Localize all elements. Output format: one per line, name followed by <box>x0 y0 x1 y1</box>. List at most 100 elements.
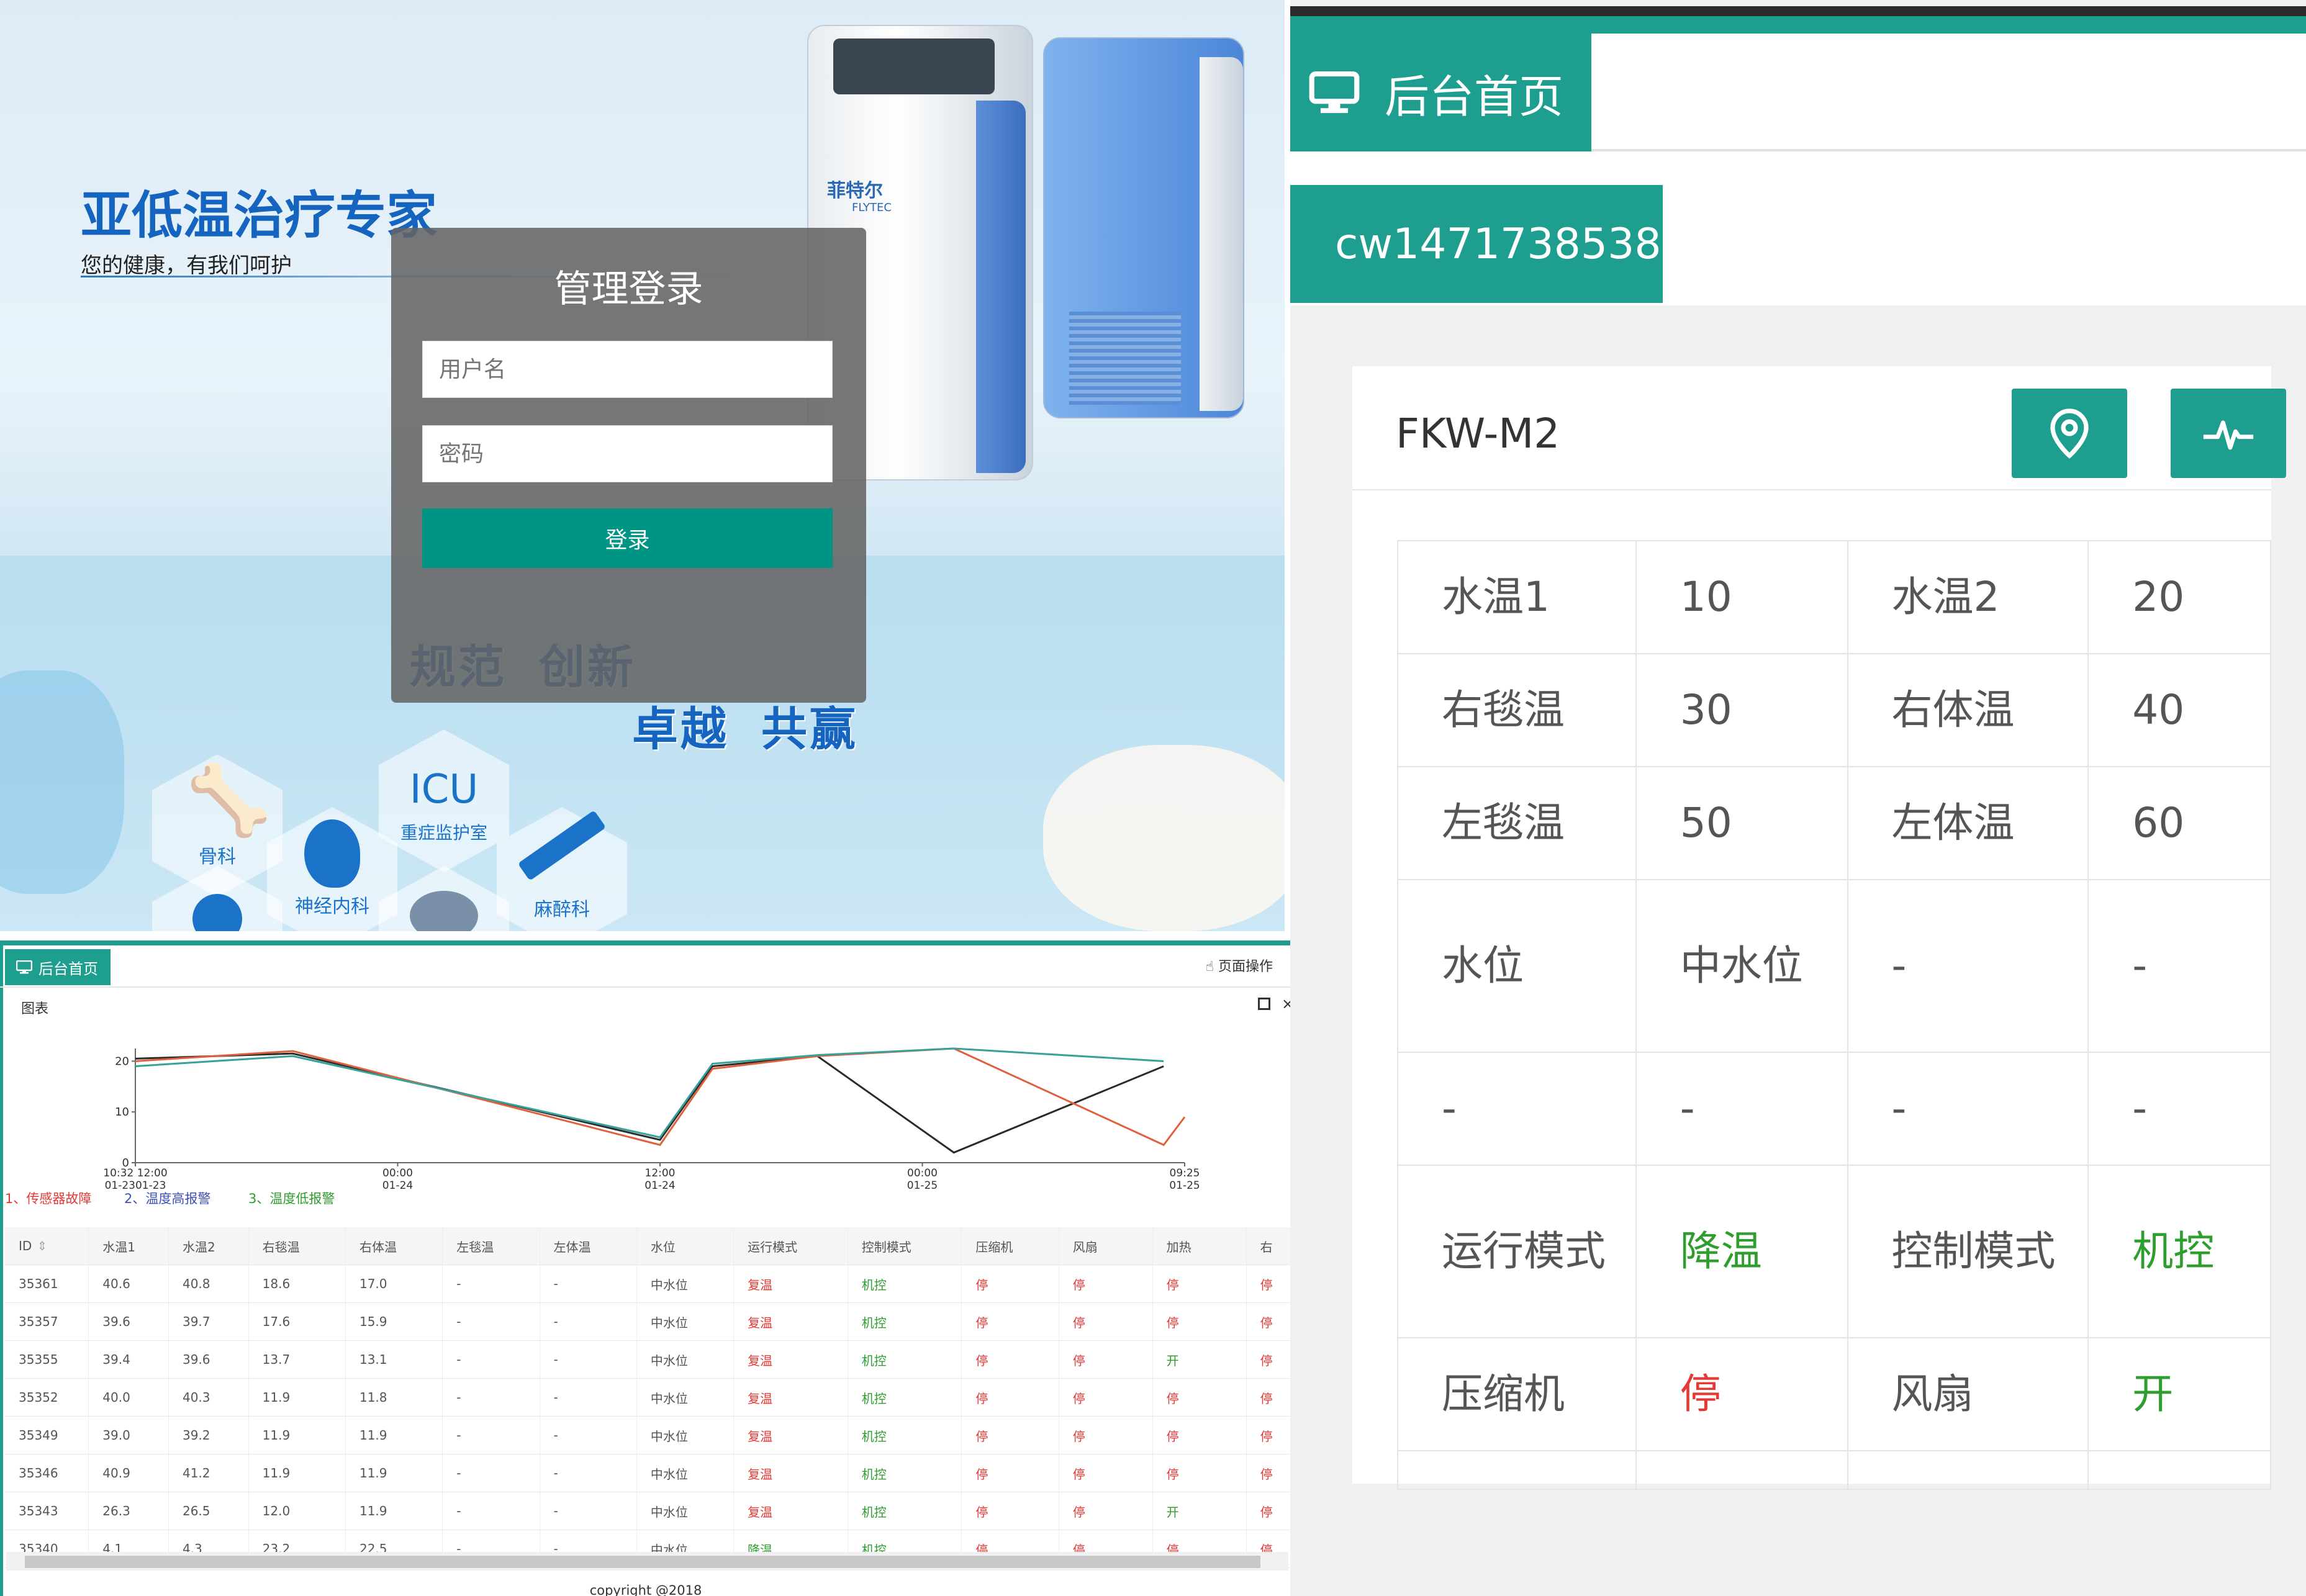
records-table: ID ⇕ 水温1 水温2 右毯温 右体温 左毯温 左体温 水位 运行模式 控制模式 压缩机 风扇 加热右 … <box>5 1227 1291 1568</box>
table-row[interactable]: 35346 40.9 41.2 11.9 11.9- - 中水位 复温 机控停停停停 <box>5 1454 1291 1492</box>
table-row[interactable]: 35357 39.6 39.7 17.6 15.9- - 中水位 复温 机控停停停停 <box>5 1302 1291 1341</box>
device-status-table: 水温1 10 水温2 20 右毯温 30 右体温 40 左毯温 50 左体温 60 水位 中水位 - - - - -… <box>1397 540 2271 1490</box>
bone-icon: 🦴 <box>186 760 271 840</box>
status-label: 左体温 <box>1847 766 2089 880</box>
table-cell: 机控 <box>848 1378 962 1417</box>
flask-image <box>0 670 124 894</box>
status-row: 运行模式 降温 控制模式 机控 <box>1397 1165 2271 1338</box>
password-input[interactable] <box>422 425 833 482</box>
status-label: 水位 <box>1397 879 1637 1053</box>
x-tick-label: 01-24 <box>382 1179 413 1192</box>
status-label: 右毯温 <box>1397 653 1637 767</box>
table-row[interactable]: 35349 39.0 39.2 11.9 11.9- - 中水位 复温 机控停停停停 <box>5 1416 1291 1454</box>
status-value: 机控 <box>2087 1165 2271 1338</box>
username-input[interactable] <box>422 341 833 398</box>
status-label: 压缩机 <box>1397 1337 1637 1451</box>
table-cell: 复温 <box>733 1378 848 1417</box>
status-row: 右毯温 30 右体温 40 <box>1397 653 2271 767</box>
table-cell: 17.6 <box>248 1302 346 1341</box>
table-cell: 13.7 <box>248 1340 346 1379</box>
slogan-heading: 亚低温治疗专家 <box>81 186 438 245</box>
machine-right-image <box>1043 37 1244 418</box>
table-cell: 复温 <box>733 1265 848 1303</box>
mobile-tab-dashboard-home[interactable]: 后台首页 <box>1290 34 1591 151</box>
status-cell-empty <box>1847 1450 2089 1490</box>
legend-sensor-fault: 1、传感器故障 <box>5 1191 92 1206</box>
table-cell: 中水位 <box>636 1454 735 1492</box>
table-cell: 停 <box>1246 1416 1291 1454</box>
table-row[interactable]: 35343 26.3 26.5 12.0 11.9- - 中水位 复温 机控停停开停 <box>5 1492 1291 1530</box>
table-cell: 停 <box>1152 1378 1247 1417</box>
table-cell: 39.4 <box>88 1340 169 1379</box>
table-cell: 停 <box>961 1454 1059 1492</box>
header-divider <box>0 986 1291 988</box>
table-cell: 40.8 <box>168 1265 249 1303</box>
table-cell: - <box>540 1340 637 1379</box>
brand-logo-cn: 菲特尔 <box>827 180 883 202</box>
table-cell: 40.3 <box>168 1378 249 1417</box>
column-header: 风扇 <box>1059 1227 1153 1265</box>
series-line-1 <box>135 1052 1164 1154</box>
column-header-id[interactable]: ID ⇕ <box>5 1227 89 1265</box>
table-cell: - <box>540 1302 637 1341</box>
table-cell: 39.6 <box>88 1302 169 1341</box>
table-row[interactable]: 35352 40.0 40.3 11.9 11.8- - 中水位 复温 机控停停停停 <box>5 1378 1291 1417</box>
status-row: ---- <box>1397 1052 2271 1166</box>
monitor-icon <box>16 960 32 974</box>
x-tick-label: 00:00 <box>382 1167 413 1179</box>
y-tick-label: 10 <box>115 1106 129 1119</box>
mobile-tab-label: 后台首页 <box>1385 70 1564 123</box>
table-row[interactable]: 35361 40.6 40.8 18.6 17.0- - 中水位 复温 机控停停停停 <box>5 1265 1291 1303</box>
mobile-screen: 后台首页 cw1471738538 FKW-M2 水温1 10 水温2 20 右毯温 30… <box>1290 0 2306 1596</box>
table-cell: 停 <box>961 1492 1059 1530</box>
sort-icon[interactable]: ⇕ <box>37 1238 47 1253</box>
table-cell: - <box>442 1492 540 1530</box>
mobile-top-bar <box>1290 6 2306 16</box>
hexagon-label-orthopedics: 骨科 <box>199 846 236 868</box>
chart-button[interactable] <box>2171 389 2286 478</box>
location-button[interactable] <box>2012 389 2127 478</box>
table-cell: 机控 <box>848 1492 962 1530</box>
table-cell: 机控 <box>848 1454 962 1492</box>
machine-screen <box>833 38 995 94</box>
hexagon-label-anesthesiology: 麻醉科 <box>534 899 590 921</box>
table-cell: 11.9 <box>345 1454 443 1492</box>
table-cell: 开 <box>1152 1492 1247 1530</box>
table-cell: 35343 <box>5 1492 89 1530</box>
login-button[interactable]: 登录 <box>422 508 833 568</box>
status-label: 控制模式 <box>1847 1165 2089 1338</box>
table-cell: 机控 <box>848 1340 962 1379</box>
scrollbar-thumb[interactable] <box>25 1556 1260 1568</box>
y-tick-label: 20 <box>115 1055 129 1068</box>
status-cell-empty <box>2087 1450 2271 1490</box>
table-cell: 机控 <box>848 1416 962 1454</box>
column-header: 加热 <box>1152 1227 1247 1265</box>
column-header: 右 <box>1246 1227 1291 1265</box>
login-form: 管理登录 登录 <box>391 228 866 703</box>
table-cell: 35349 <box>5 1416 89 1454</box>
table-cell: 中水位 <box>636 1302 735 1341</box>
device-card: FKW-M2 水温1 10 水温2 20 右毯温 30 右体温 40 左毯温 50 左体温 60 水位中… <box>1352 366 2286 1490</box>
horizontal-scrollbar[interactable] <box>6 1552 1288 1571</box>
table-cell: 39.6 <box>168 1340 249 1379</box>
page-operations-button[interactable]: ☝ 页面操作 <box>1206 955 1273 975</box>
mobile-accent-bar <box>1290 16 2306 34</box>
location-pin-icon <box>2050 408 2089 459</box>
status-label: 水温2 <box>1847 540 2089 654</box>
monitor-icon <box>1309 71 1360 114</box>
table-cell: 复温 <box>733 1492 848 1530</box>
table-cell: 复温 <box>733 1340 848 1379</box>
table-cell: - <box>540 1265 637 1303</box>
table-cell: 35355 <box>5 1340 89 1379</box>
table-cell: 11.9 <box>345 1416 443 1454</box>
tab-dashboard-home[interactable]: 后台首页 <box>5 949 111 985</box>
series-line-2 <box>135 1047 1186 1147</box>
fullscreen-icon[interactable] <box>1258 998 1270 1010</box>
table-cell: 中水位 <box>636 1378 735 1417</box>
login-title: 管理登录 <box>554 268 703 311</box>
table-row[interactable]: 35355 39.4 39.6 13.7 13.1- - 中水位 复温 机控停停开停 <box>5 1340 1291 1379</box>
table-cell: - <box>540 1492 637 1530</box>
table-cell: 13.1 <box>345 1340 443 1379</box>
table-cell: - <box>540 1378 637 1417</box>
x-tick-label: 01-25 <box>1169 1179 1200 1192</box>
